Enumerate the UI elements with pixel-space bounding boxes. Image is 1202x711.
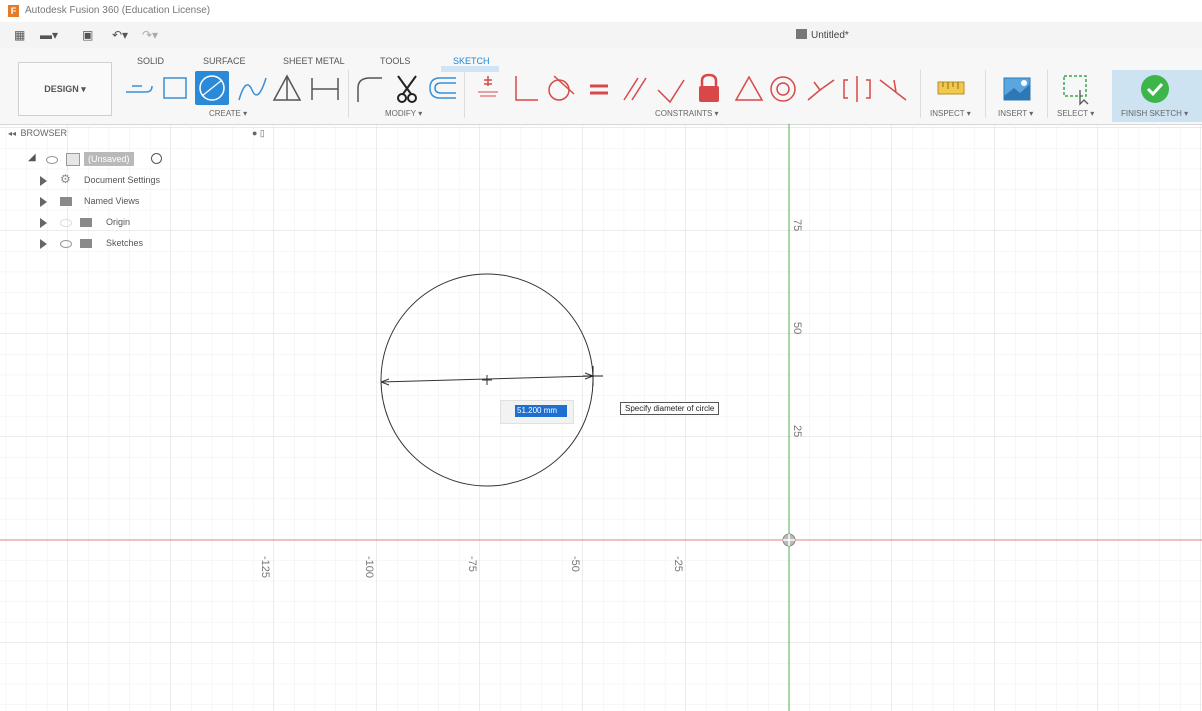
expand-triangle-icon[interactable] — [40, 176, 47, 186]
tab-sheet-metal[interactable]: SHEET METAL — [283, 56, 345, 66]
gear-icon: ⚙ — [60, 172, 71, 186]
symmetry-constraint-icon[interactable] — [840, 72, 874, 106]
fillet-icon[interactable] — [354, 72, 384, 106]
undo-icon[interactable]: ↶▾ — [112, 28, 128, 42]
title-bar: F Autodesk Fusion 360 (Education License… — [0, 0, 1202, 23]
mirror-icon[interactable] — [270, 72, 304, 106]
finish-check-icon[interactable] — [1138, 72, 1172, 106]
select-menu[interactable]: SELECT ▾ — [1057, 109, 1094, 118]
trim-scissors-icon[interactable] — [390, 72, 424, 106]
separator — [1047, 70, 1048, 118]
tab-surface[interactable]: SURFACE — [203, 56, 246, 66]
activate-radio-icon[interactable] — [151, 153, 162, 164]
save-icon[interactable]: ▣ — [82, 28, 93, 42]
dimension-icon[interactable] — [306, 72, 342, 106]
insert-menu[interactable]: INSERT ▾ — [998, 109, 1033, 118]
tab-sketch[interactable]: SKETCH — [453, 56, 490, 66]
command-tooltip: Specify diameter of circle — [620, 402, 720, 415]
grid-menu-icon[interactable]: ▦ — [14, 28, 25, 42]
tree-item-label: Document Settings — [84, 175, 161, 185]
root-component-label[interactable]: (Unsaved) — [84, 152, 134, 166]
fusion-logo-icon: F — [8, 5, 19, 17]
insert-image-icon[interactable] — [1000, 72, 1034, 106]
y-tick-label: 25 — [791, 425, 803, 437]
expand-triangle-icon[interactable] — [40, 218, 47, 228]
hidden-eye-icon[interactable] — [60, 219, 72, 227]
browser-pin-icon[interactable]: ● ▯ — [252, 128, 265, 139]
redo-icon[interactable]: ↷▾ — [142, 28, 158, 42]
workspace-dropdown[interactable]: DESIGN ▾ — [18, 62, 112, 116]
separator — [920, 70, 921, 118]
x-tick-label: -25 — [672, 556, 684, 572]
separator — [348, 70, 349, 118]
tree-item-label: Origin — [106, 217, 131, 227]
diameter-input[interactable] — [515, 405, 567, 417]
coincident-constraint-icon[interactable] — [508, 72, 542, 106]
perpendicular-constraint-icon[interactable] — [654, 72, 688, 106]
tree-item-sketches[interactable]: Sketches — [40, 236, 180, 252]
y-tick-label: 75 — [791, 219, 803, 231]
file-menu-icon[interactable]: ▬▾ — [40, 28, 58, 42]
collapse-browser-icon[interactable]: ◂◂ — [8, 129, 16, 138]
tab-tools[interactable]: TOOLS — [380, 56, 410, 66]
component-icon — [66, 153, 80, 166]
concentric-constraint-icon[interactable] — [766, 72, 800, 106]
fix-lock-icon[interactable] — [692, 72, 726, 106]
visibility-eye-icon[interactable] — [60, 240, 72, 248]
finish-sketch-button[interactable]: FINISH SKETCH ▾ — [1121, 109, 1188, 118]
visibility-eye-icon[interactable] — [46, 156, 58, 164]
expand-icon[interactable]: ◢ — [28, 152, 36, 163]
browser-title: BROWSER — [20, 128, 68, 138]
tree-item-document-settings[interactable]: ⚙ Document Settings — [40, 172, 180, 189]
document-tab[interactable]: Untitled* — [796, 29, 849, 41]
tree-item-origin[interactable]: Origin — [40, 215, 180, 231]
smooth-constraint-icon[interactable] — [876, 72, 910, 106]
x-tick-label: -125 — [259, 556, 271, 578]
tree-item-label: Named Views — [84, 196, 140, 206]
tree-item-label: Sketches — [106, 238, 144, 248]
midpoint-triangle-icon[interactable] — [732, 72, 766, 106]
y-tick-label: 50 — [791, 322, 803, 334]
circle-tool-icon[interactable] — [194, 70, 230, 106]
inspect-menu[interactable]: INSPECT ▾ — [930, 109, 971, 118]
project-icon[interactable] — [122, 72, 156, 106]
constraints-menu[interactable]: CONSTRAINTS ▾ — [655, 109, 719, 118]
create-menu[interactable]: CREATE ▾ — [209, 109, 247, 118]
x-tick-label: -100 — [363, 556, 375, 578]
document-cube-icon — [796, 29, 807, 39]
tree-item-named-views[interactable]: Named Views — [40, 194, 180, 210]
modify-menu[interactable]: MODIFY ▾ — [385, 109, 422, 118]
document-title: Untitled* — [811, 30, 849, 41]
tangent-constraint-icon[interactable] — [544, 72, 578, 106]
tab-solid[interactable]: SOLID — [137, 56, 164, 66]
rectangle-icon[interactable] — [160, 72, 192, 106]
separator — [985, 70, 986, 118]
window-title: Autodesk Fusion 360 (Education License) — [25, 5, 211, 16]
select-window-icon[interactable] — [1060, 72, 1094, 106]
folder-icon — [80, 218, 92, 227]
spline-icon[interactable] — [236, 72, 268, 106]
browser-header: ◂◂ BROWSER ● ▯ — [8, 128, 270, 146]
tree-root[interactable]: ◢ (Unsaved) — [14, 152, 174, 168]
sketch-canvas[interactable]: -125 -100 -75 -50 -25 75 50 25 — [0, 124, 1202, 711]
x-tick-label: -75 — [466, 556, 478, 572]
sketch-scale-icon[interactable] — [470, 72, 506, 106]
equal-constraint-icon[interactable] — [584, 72, 614, 106]
offset-icon[interactable] — [426, 72, 460, 106]
folder-icon — [60, 197, 72, 206]
collinear-constraint-icon[interactable] — [804, 72, 838, 106]
expand-triangle-icon[interactable] — [40, 197, 47, 207]
ribbon: SOLID SURFACE SHEET METAL TOOLS SKETCH D… — [0, 48, 1202, 125]
measure-ruler-icon[interactable] — [934, 72, 968, 106]
quick-access-bar: ▦ ▬▾ ▣ ↶▾ ↷▾ — [0, 22, 1202, 48]
separator — [464, 70, 465, 118]
folder-icon — [80, 239, 92, 248]
expand-triangle-icon[interactable] — [40, 239, 47, 249]
parallel-constraint-icon[interactable] — [618, 72, 652, 106]
x-tick-label: -50 — [569, 556, 581, 572]
